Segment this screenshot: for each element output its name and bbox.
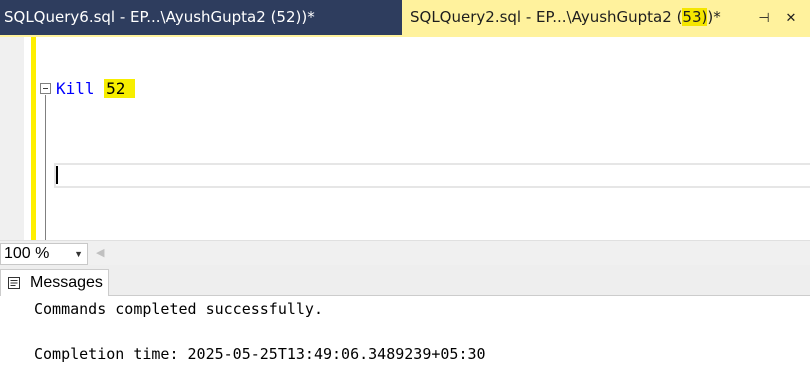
query-editor[interactable]: Kill 52 xyxy=(0,37,810,240)
document-tab-bar: SQLQuery6.sql - EP...\AyushGupta2 (52))*… xyxy=(0,0,810,35)
tab-sqlquery2-label: SQLQuery2.sql - EP...\AyushGupta2 (53))* xyxy=(410,8,721,26)
current-line-highlight[interactable] xyxy=(54,163,810,188)
sql-argument: 52 xyxy=(104,79,136,98)
collapse-icon[interactable] xyxy=(40,83,51,94)
messages-pane[interactable]: Commands completed successfully. Complet… xyxy=(0,296,810,371)
close-icon[interactable]: ✕ xyxy=(784,0,798,35)
selection-margin xyxy=(0,37,24,240)
tab-sqlquery6[interactable]: SQLQuery6.sql - EP...\AyushGupta2 (52))* xyxy=(0,0,402,35)
tab-sqlquery6-label: SQLQuery6.sql - EP...\AyushGupta2 (52))* xyxy=(4,8,315,26)
text-caret xyxy=(56,166,58,184)
chevron-down-icon[interactable]: ▼ xyxy=(74,244,83,264)
message-line: Completion time: 2025-05-25T13:49:06.348… xyxy=(34,345,486,363)
messages-icon xyxy=(8,277,20,289)
editor-status-strip: 100 % ▼ ◀ xyxy=(0,240,810,265)
change-tracking-bar xyxy=(31,37,36,240)
tab-messages-label: Messages xyxy=(30,274,103,291)
results-tab-bar: Messages xyxy=(0,265,810,296)
tab-messages[interactable]: Messages xyxy=(0,269,109,296)
pin-icon[interactable]: ⊣ xyxy=(757,0,771,35)
tab-sqlquery2[interactable]: SQLQuery2.sql - EP...\AyushGupta2 (53))* xyxy=(402,0,810,35)
zoom-dropdown[interactable]: 100 % ▼ xyxy=(0,243,88,265)
scroll-left-icon[interactable]: ◀ xyxy=(96,245,104,261)
zoom-value: 100 % xyxy=(4,245,50,262)
sql-keyword: Kill xyxy=(56,79,95,98)
tab-session-highlight: 53) xyxy=(682,8,708,26)
message-line: Commands completed successfully. xyxy=(34,300,323,318)
code-line-kill[interactable]: Kill 52 xyxy=(56,79,136,99)
outline-guide-line xyxy=(45,95,46,240)
